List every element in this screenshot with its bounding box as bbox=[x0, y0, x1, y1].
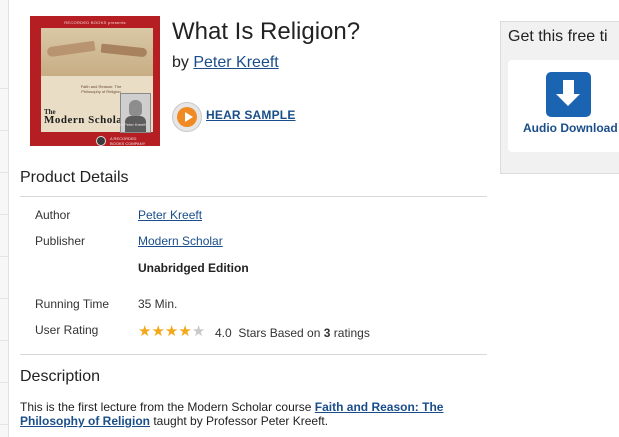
rating-text: Stars Based on bbox=[238, 326, 321, 340]
description-intro: This is the first lecture from the Moder… bbox=[20, 400, 315, 414]
description-text: This is the first lecture from the Moder… bbox=[20, 400, 490, 428]
publisher-link[interactable]: Modern Scholar bbox=[138, 234, 223, 248]
star-rating[interactable]: ★★★★★ bbox=[138, 323, 205, 341]
running-time-label: Running Time bbox=[35, 297, 110, 311]
star-icon: ★ bbox=[138, 323, 152, 340]
author-label: Author bbox=[35, 208, 71, 222]
cover-professor: Professor Peter Kreeft bbox=[106, 122, 146, 127]
audio-download-label[interactable]: Audio Download bbox=[523, 121, 618, 135]
divider bbox=[20, 196, 487, 197]
by-label: by bbox=[172, 54, 189, 71]
publisher-label: Publisher bbox=[35, 234, 86, 248]
free-title-panel: Get this free ti Audio Download bbox=[500, 21, 619, 174]
user-rating-label: User Rating bbox=[35, 323, 99, 337]
cover-publisher: A RECORDED BOOKS COMPANY bbox=[110, 136, 146, 146]
rating-value: 4.0 bbox=[215, 326, 232, 340]
hear-sample-link[interactable]: HEAR SAMPLE bbox=[206, 108, 296, 122]
star-empty-icon: ★ bbox=[191, 323, 206, 340]
book-title: What Is Religion? bbox=[172, 18, 361, 45]
cover-artwork: Faith and Reason: The Philosophy of Reli… bbox=[41, 28, 153, 133]
audio-download-card[interactable]: Audio Download bbox=[508, 60, 619, 152]
cover-author-photo bbox=[120, 93, 151, 133]
star-icon: ★ bbox=[178, 323, 192, 340]
edition-label: Unabridged Edition bbox=[138, 261, 249, 275]
divider bbox=[20, 354, 487, 355]
rating-text-after: ratings bbox=[333, 326, 370, 340]
left-edge-strip bbox=[0, 0, 9, 437]
rating-summary: 4.0 Stars Based on 3 ratings bbox=[215, 326, 370, 340]
product-details-heading: Product Details bbox=[20, 169, 129, 186]
play-icon bbox=[177, 107, 197, 127]
description-heading: Description bbox=[20, 368, 101, 385]
cover-brand: RECORDED BOOKS presents bbox=[64, 20, 126, 25]
byline: by Peter Kreeft bbox=[172, 54, 279, 72]
running-time-value: 35 Min. bbox=[138, 297, 178, 311]
star-icon: ★ bbox=[164, 323, 179, 340]
book-cover-image[interactable]: RECORDED BOOKS presents Faith and Reason… bbox=[30, 16, 160, 146]
author-value-link[interactable]: Peter Kreeft bbox=[138, 208, 202, 222]
cd-icon bbox=[96, 136, 106, 146]
play-sample-button[interactable] bbox=[172, 102, 202, 132]
free-title-heading: Get this free ti bbox=[508, 28, 608, 45]
rating-count: 3 bbox=[323, 326, 331, 340]
description-outro: taught by Professor Peter Kreeft. bbox=[150, 414, 329, 428]
star-icon: ★ bbox=[151, 323, 165, 340]
download-arrow-icon[interactable] bbox=[546, 72, 591, 117]
author-link[interactable]: Peter Kreeft bbox=[193, 54, 278, 71]
